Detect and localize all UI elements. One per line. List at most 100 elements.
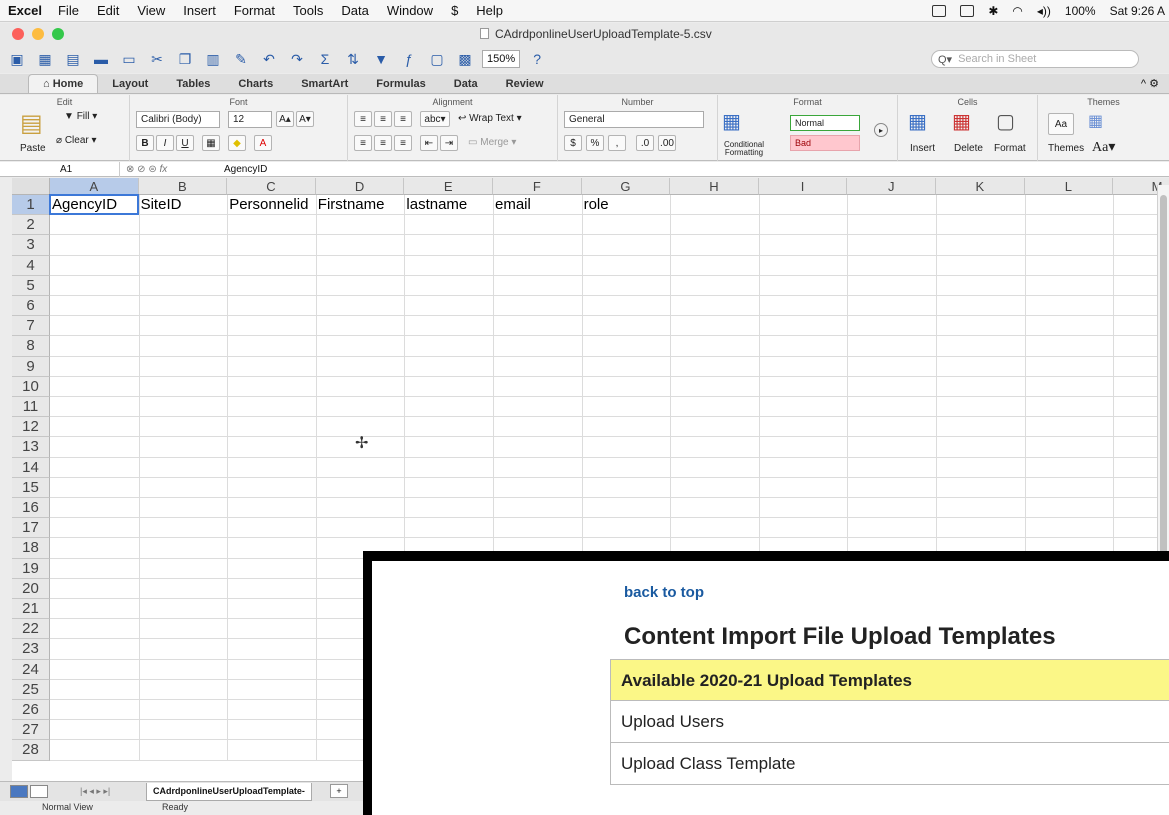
help-icon[interactable]: ? xyxy=(526,49,548,69)
page-layout-view-icon[interactable] xyxy=(30,785,48,798)
copy-icon[interactable]: ❐ xyxy=(174,49,196,69)
delete-cells-button[interactable]: Delete xyxy=(954,143,983,154)
formula-builder-icon[interactable]: ƒ xyxy=(398,49,420,69)
row-header-10[interactable]: 10 xyxy=(12,376,50,397)
autosum-icon[interactable]: Σ xyxy=(314,49,336,69)
comma-icon[interactable]: , xyxy=(608,135,626,151)
borders-icon[interactable]: ▦ xyxy=(202,135,220,151)
menu-help[interactable]: Help xyxy=(476,3,503,18)
tab-tables[interactable]: Tables xyxy=(162,75,224,93)
column-header-a[interactable]: A xyxy=(50,178,139,195)
upload-users-link[interactable]: Upload Users xyxy=(610,701,1169,743)
close-window-button[interactable] xyxy=(12,28,24,40)
decrease-decimal-icon[interactable]: .00 xyxy=(658,135,676,151)
theme-colors-icon[interactable]: ▦ xyxy=(1088,111,1103,131)
conditional-formatting-icon[interactable]: ▦ xyxy=(722,109,741,134)
row-header-3[interactable]: 3 xyxy=(12,235,50,256)
styles-more-icon[interactable]: ▸ xyxy=(874,123,888,137)
row-header-19[interactable]: 19 xyxy=(12,558,50,579)
new-workbook-icon[interactable]: ▦ xyxy=(34,49,56,69)
back-to-top-link[interactable]: back to top xyxy=(624,584,704,601)
column-header-i[interactable]: I xyxy=(758,178,848,195)
new-from-template-icon[interactable]: ▣ xyxy=(6,49,28,69)
text-orientation-button[interactable]: abc ▾ xyxy=(420,111,450,127)
delete-cells-icon[interactable]: ▦ xyxy=(952,109,971,134)
format-cells-button[interactable]: Format xyxy=(994,143,1026,154)
tab-smartart[interactable]: SmartArt xyxy=(287,75,362,93)
increase-indent-icon[interactable]: ⇥ xyxy=(440,135,458,151)
number-format-select[interactable]: General xyxy=(564,111,704,128)
column-header-d[interactable]: D xyxy=(315,178,405,195)
tab-review[interactable]: Review xyxy=(492,75,558,93)
currency-icon[interactable]: $ xyxy=(564,135,582,151)
format-cells-icon[interactable]: ▢ xyxy=(996,109,1015,134)
row-header-25[interactable]: 25 xyxy=(12,679,50,700)
save-icon[interactable]: ▬ xyxy=(90,49,112,69)
scroll-thumb[interactable] xyxy=(1160,195,1167,555)
menu-app-excel[interactable]: Excel xyxy=(8,3,42,18)
cell-e1[interactable]: lastname xyxy=(404,196,467,214)
battery-percent[interactable]: 100% xyxy=(1065,4,1096,18)
row-header-17[interactable]: 17 xyxy=(12,518,50,539)
row-header-21[interactable]: 21 xyxy=(12,599,50,620)
themes-icon[interactable]: Aa xyxy=(1048,113,1074,135)
increase-font-icon[interactable]: A▴ xyxy=(276,111,294,127)
align-top-icon[interactable]: ≡ xyxy=(354,111,372,127)
clear-button[interactable]: ⌀ Clear ▾ xyxy=(56,135,97,146)
row-header-27[interactable]: 27 xyxy=(12,720,50,741)
row-header-23[interactable]: 23 xyxy=(12,639,50,660)
wifi-icon[interactable]: ◠ xyxy=(1012,4,1022,18)
menu-view[interactable]: View xyxy=(137,3,165,18)
row-header-8[interactable]: 8 xyxy=(12,336,50,357)
undo-icon[interactable]: ↶ xyxy=(258,49,280,69)
upload-class-template-link[interactable]: Upload Class Template xyxy=(610,743,1169,785)
row-header-9[interactable]: 9 xyxy=(12,356,50,377)
font-size-select[interactable]: 12 xyxy=(228,111,272,128)
row-header-20[interactable]: 20 xyxy=(12,578,50,599)
row-header-13[interactable]: 13 xyxy=(12,437,50,458)
bold-button[interactable]: B xyxy=(136,135,154,151)
tab-formulas[interactable]: Formulas xyxy=(362,75,440,93)
filter-icon[interactable]: ▼ xyxy=(370,49,392,69)
formula-input[interactable]: AgencyID xyxy=(220,164,267,175)
row-header-12[interactable]: 12 xyxy=(12,417,50,438)
cell-c1[interactable]: Personnelid xyxy=(227,196,308,214)
print-icon[interactable]: ▭ xyxy=(118,49,140,69)
open-icon[interactable]: ▤ xyxy=(62,49,84,69)
bluetooth-icon[interactable]: ✱ xyxy=(988,4,998,18)
cell-f1[interactable]: email xyxy=(493,196,531,214)
tab-charts[interactable]: Charts xyxy=(224,75,287,93)
script-icon[interactable]: $ xyxy=(451,3,458,18)
cell-b1[interactable]: SiteID xyxy=(139,196,182,214)
row-header-26[interactable]: 26 xyxy=(12,700,50,721)
row-header-11[interactable]: 11 xyxy=(12,397,50,418)
themes-button[interactable]: Themes xyxy=(1048,143,1084,154)
fill-color-icon[interactable]: ◆ xyxy=(228,135,246,151)
select-all-corner[interactable] xyxy=(12,178,50,195)
align-center-icon[interactable]: ≡ xyxy=(374,135,392,151)
sort-icon[interactable]: ⇅ xyxy=(342,49,364,69)
clipboard-icon[interactable] xyxy=(960,5,975,17)
paste-icon[interactable]: ▥ xyxy=(202,49,224,69)
increase-decimal-icon[interactable]: .0 xyxy=(636,135,654,151)
menu-tools[interactable]: Tools xyxy=(293,3,323,18)
row-header-14[interactable]: 14 xyxy=(12,457,50,478)
column-header-j[interactable]: J xyxy=(847,178,936,195)
column-header-h[interactable]: H xyxy=(670,178,759,195)
row-header-24[interactable]: 24 xyxy=(12,659,50,680)
underline-button[interactable]: U xyxy=(176,135,194,151)
row-header-2[interactable]: 2 xyxy=(12,215,50,236)
tab-layout[interactable]: Layout xyxy=(98,75,162,93)
column-header-g[interactable]: G xyxy=(581,178,671,195)
align-middle-icon[interactable]: ≡ xyxy=(374,111,392,127)
sheet-nav-arrows-icon[interactable]: |◂ ◂ ▸ ▸| xyxy=(80,786,110,797)
italic-button[interactable]: I xyxy=(156,135,174,151)
menu-file[interactable]: File xyxy=(58,3,79,18)
ribbon-collapse-icon[interactable]: ^ ⚙ xyxy=(1141,77,1159,90)
decrease-indent-icon[interactable]: ⇤ xyxy=(420,135,438,151)
conditional-formatting-button[interactable]: Conditional Formatting xyxy=(718,141,770,157)
column-header-e[interactable]: E xyxy=(404,178,493,195)
fill-button[interactable]: ▼ Fill ▾ xyxy=(64,111,97,122)
column-header-l[interactable]: L xyxy=(1024,178,1114,195)
zoom-select[interactable]: 150% xyxy=(482,50,521,68)
